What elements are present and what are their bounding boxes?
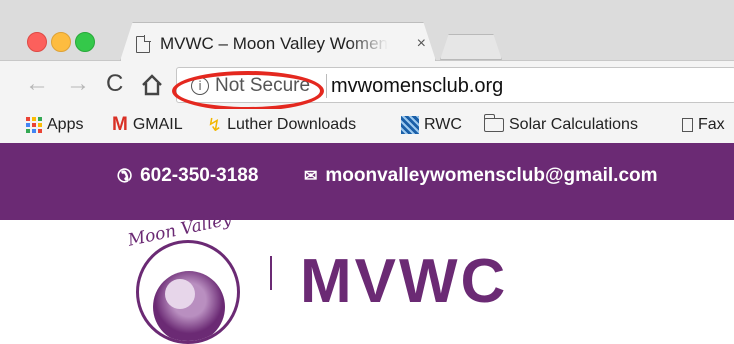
active-tab-content[interactable]: MVWC – Moon Valley Women's Club × (136, 30, 426, 58)
address-divider (326, 74, 327, 98)
home-icon[interactable] (140, 73, 164, 97)
club-logo[interactable] (136, 240, 240, 344)
logo-divider (270, 256, 272, 290)
bookmark-label: Solar Calculations (509, 116, 638, 133)
brand-heading: MVWC (300, 247, 509, 316)
phone-number: 602-350-3188 (140, 165, 259, 186)
bookmark-label: Fax (698, 116, 725, 133)
minimize-window-button[interactable] (51, 32, 71, 52)
zoom-window-button[interactable] (75, 32, 95, 52)
bookmark-label: Luther Downloads (227, 116, 357, 133)
back-button[interactable]: ← (25, 70, 49, 98)
luther-icon: ↯ (207, 115, 223, 135)
tab-close-icon[interactable]: × (417, 35, 426, 53)
reload-button[interactable]: C (106, 70, 123, 98)
page-icon (682, 118, 693, 132)
bookmark-label: GMAIL (132, 116, 183, 133)
bookmark-fax[interactable]: Fax (682, 116, 725, 134)
close-window-button[interactable] (27, 32, 47, 52)
email-link[interactable]: ✉ moonvalleywomensclub@gmail.com (304, 165, 658, 187)
bookmarks-bar: Apps M GMAIL ↯ Luther Downloads RWC Sola… (0, 109, 734, 144)
highlight-annotation-circle (172, 71, 324, 111)
forward-button[interactable]: → (66, 70, 90, 98)
bookmark-label: Apps (47, 116, 84, 133)
navigation-bar: ← → C i Not Secure mvwomensclub.org (0, 61, 734, 109)
bookmark-luther-downloads[interactable]: ↯ Luther Downloads (207, 116, 356, 134)
folder-icon (483, 114, 504, 132)
tab-title: MVWC – Moon Valley Women's Club (160, 34, 388, 54)
moon-icon (165, 279, 195, 309)
phone-link[interactable]: ✆ 602-350-3188 (117, 165, 258, 187)
mail-icon: ✉ (304, 168, 318, 185)
page-icon (136, 34, 151, 53)
rwc-icon (401, 116, 419, 134)
phone-icon: ✆ (117, 165, 133, 186)
bookmark-solar-calculations[interactable]: Solar Calculations (483, 114, 638, 134)
gmail-icon: M (112, 114, 128, 135)
url-text[interactable]: mvwomensclub.org (331, 75, 503, 98)
email-address: moonvalleywomensclub@gmail.com (325, 165, 658, 186)
bookmark-label: RWC (424, 116, 462, 133)
site-contact-bar: ✆ 602-350-3188 ✉ moonvalleywomensclub@gm… (0, 143, 734, 220)
bookmark-rwc[interactable]: RWC (401, 116, 462, 134)
apps-grid-icon (26, 117, 42, 133)
new-tab-button[interactable] (440, 34, 502, 60)
bookmark-gmail[interactable]: M GMAIL (112, 114, 183, 135)
bookmark-apps[interactable]: Apps (26, 116, 83, 134)
